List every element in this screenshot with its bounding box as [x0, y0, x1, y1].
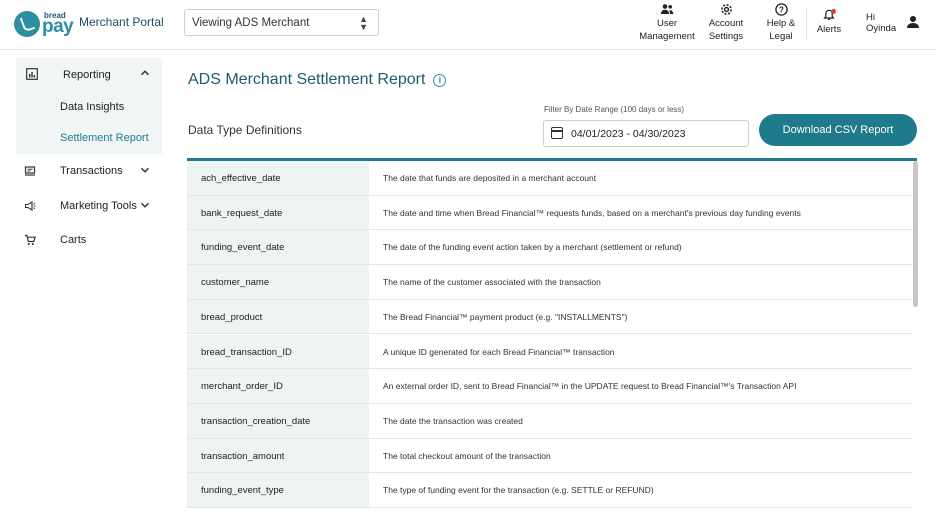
greeting-text: Hi	[866, 12, 875, 23]
sidebar-item-transactions[interactable]: Transactions	[60, 165, 123, 177]
field-name-cell: bank_request_date	[187, 195, 369, 230]
table-scrollbar[interactable]	[913, 161, 918, 307]
table-row: funding_event_type The type of funding ev…	[187, 473, 913, 508]
nav-label-line1: User	[656, 18, 678, 29]
logo-text-large: pay	[42, 16, 74, 37]
chevron-down-icon[interactable]	[138, 165, 152, 179]
table-row: merchant_order_ID An external order ID, s…	[187, 369, 913, 404]
sidebar-item-carts[interactable]: Carts	[60, 234, 86, 246]
field-name-cell: customer_name	[187, 265, 369, 299]
bell-icon	[814, 9, 844, 23]
page-title-text: ADS Merchant Settlement Report	[188, 71, 426, 88]
breadpay-logo-mark	[14, 11, 40, 37]
megaphone-icon	[23, 200, 37, 214]
transactions-icon	[23, 165, 37, 179]
field-definition-cell: The total checkout amount of the transac…	[383, 450, 551, 461]
field-name-cell: ach_effective_date	[187, 161, 369, 195]
info-icon[interactable]: i	[433, 74, 447, 87]
table-row: transaction_amount The total checkout amo…	[187, 438, 913, 474]
table-row: customer_name The name of the customer as…	[187, 265, 913, 300]
field-definition-cell: The date and time when Bread Financial™ …	[383, 207, 801, 218]
field-definition-cell: The date that funds are deposited in a m…	[383, 173, 597, 183]
chevron-down-icon[interactable]	[138, 200, 152, 214]
nav-label-line1: Help &	[766, 18, 796, 29]
gear-icon	[705, 3, 747, 17]
header-divider	[806, 8, 807, 40]
field-name-cell: transaction_creation_date	[187, 403, 369, 438]
user-greeting[interactable]: Hi Oyinda	[866, 12, 896, 34]
nav-label-line2: Management	[639, 31, 695, 42]
table-row: transaction_creation_date The date the tr…	[187, 403, 913, 439]
chart-icon	[25, 68, 39, 82]
users-icon	[639, 3, 695, 17]
field-definition-cell: The date of the funding event action tak…	[383, 242, 682, 253]
chevron-up-down-icon: ▲ ▼	[359, 14, 368, 32]
sidebar-item-settlement-report[interactable]: Settlement Report	[60, 132, 149, 144]
user-avatar-icon[interactable]	[906, 15, 920, 29]
user-name: Oyinda	[866, 23, 897, 34]
field-name-cell: merchant_order_ID	[187, 369, 369, 403]
merchant-selector-value: Viewing ADS Merchant	[192, 17, 310, 29]
date-range-value: 04/01/2023 - 04/30/2023	[571, 128, 686, 140]
field-name-cell: bread_transaction_ID	[187, 334, 369, 369]
sidebar-item-data-insights[interactable]: Data Insights	[60, 101, 124, 113]
nav-help-legal[interactable]: ? Help & Legal	[761, 3, 801, 43]
nav-alerts[interactable]: Alerts	[814, 9, 844, 36]
sidebar-item-reporting[interactable]: Reporting	[63, 69, 111, 81]
svg-text:?: ?	[779, 6, 784, 15]
nav-label-line1: Account	[708, 18, 744, 29]
nav-user-management[interactable]: User Management	[639, 3, 695, 43]
top-header: bread pay Merchant Portal Viewing ADS Me…	[0, 0, 936, 50]
alert-indicator-dot	[831, 9, 836, 14]
nav-label-line2: Legal	[769, 31, 793, 42]
table-row: bread_product The Bread Financial™ paymen…	[187, 299, 913, 335]
field-definition-cell: The name of the customer associated with…	[383, 277, 601, 288]
nav-account-settings[interactable]: Account Settings	[705, 3, 747, 43]
sidebar-item-marketing-tools[interactable]: Marketing Tools	[60, 200, 137, 212]
field-definition-cell: The Bread Financial™ payment product (e.…	[383, 311, 628, 322]
chevron-up-icon[interactable]	[138, 68, 152, 82]
portal-title: Merchant Portal	[79, 15, 164, 29]
table-row: bread_transaction_ID A unique ID generate…	[187, 334, 913, 370]
table-row: funding_event_date The date of the fundin…	[187, 230, 913, 266]
cart-icon	[23, 234, 37, 248]
field-name-cell: bread_product	[187, 299, 369, 334]
definitions-table: ach_effective_date The date that funds ar…	[187, 158, 917, 508]
merchant-selector[interactable]: Viewing ADS Merchant ▲ ▼	[184, 9, 379, 36]
section-heading: Data Type Definitions	[188, 123, 302, 137]
field-name-cell: transaction_amount	[187, 438, 369, 473]
field-definition-cell: The date the transaction was created	[383, 415, 523, 426]
page-title: ADS Merchant Settlement Report i	[188, 71, 447, 89]
field-definition-cell: A unique ID generated for each Bread Fin…	[383, 346, 615, 357]
nav-label-line2: Settings	[708, 31, 744, 42]
nav-label-line1: Alerts	[816, 24, 842, 35]
table-row: bank_request_date The date and time when …	[187, 195, 913, 231]
date-filter-label: Filter By Date Range (100 days or less)	[544, 105, 685, 114]
field-definition-cell: An external order ID, sent to Bread Fina…	[383, 381, 797, 392]
download-csv-button[interactable]: Download CSV Report	[759, 114, 917, 146]
field-definition-cell: The type of funding event for the transa…	[383, 485, 654, 496]
table-row: ach_effective_date The date that funds ar…	[187, 161, 913, 196]
field-name-cell: funding_event_type	[187, 473, 369, 507]
calendar-icon	[551, 127, 563, 139]
date-range-picker[interactable]: 04/01/2023 - 04/30/2023	[543, 120, 749, 147]
field-name-cell: funding_event_date	[187, 230, 369, 265]
help-icon: ?	[761, 3, 801, 17]
